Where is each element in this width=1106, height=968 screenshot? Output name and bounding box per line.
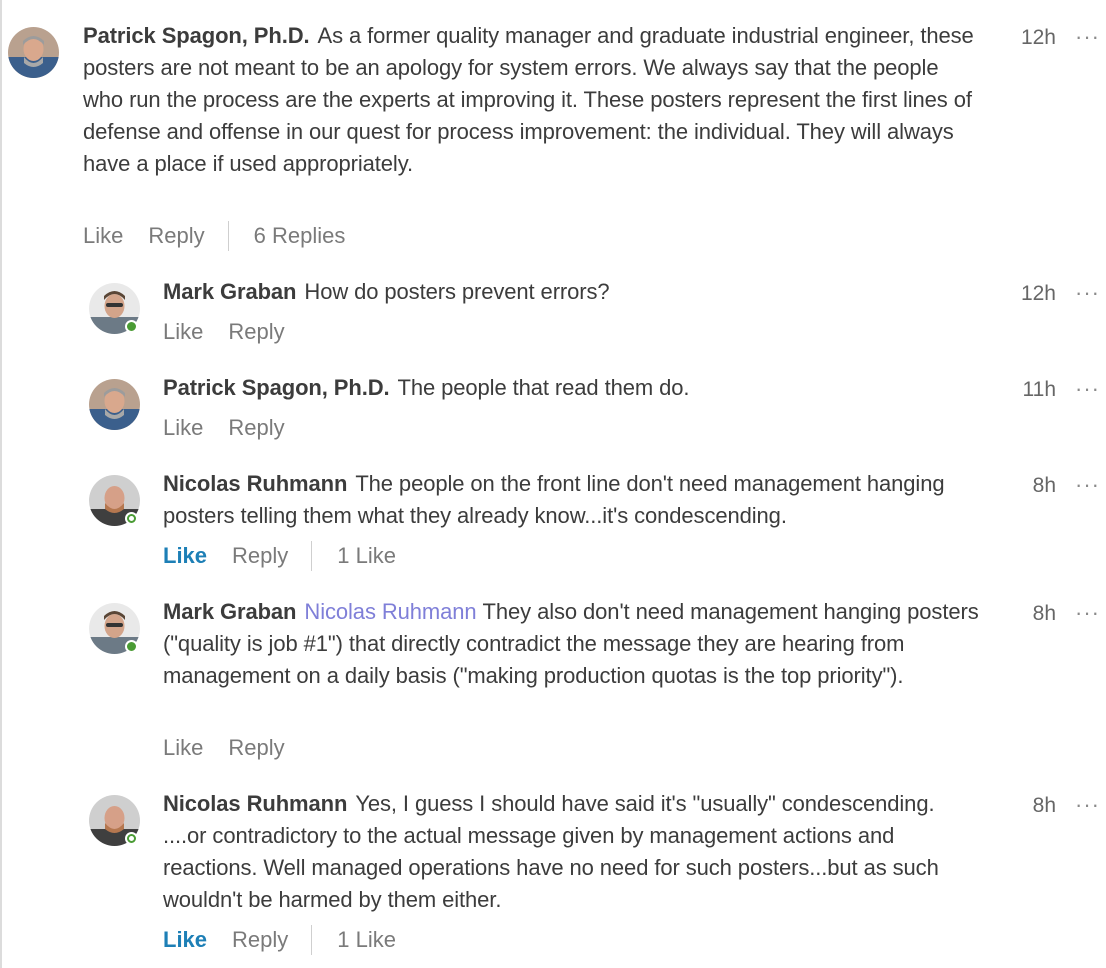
like-button[interactable]: Like [83, 223, 123, 249]
author-name[interactable]: Nicolas Ruhmann [163, 471, 347, 496]
comment-actions: Like Reply [163, 316, 310, 348]
avatar-nicolas[interactable] [89, 795, 140, 846]
more-options-icon[interactable]: ··· [1075, 282, 1100, 304]
like-button[interactable]: Like [163, 927, 207, 953]
action-divider [227, 221, 229, 251]
like-button[interactable]: Like [163, 415, 203, 441]
reply-button[interactable]: Reply [148, 223, 204, 249]
comment-text: How do posters prevent errors? [304, 279, 610, 304]
more-options-icon[interactable]: ··· [1075, 378, 1100, 400]
comment-actions: Like Reply 1 Like [163, 924, 396, 956]
away-status-icon [125, 512, 138, 525]
thread-rule [0, 0, 2, 968]
comment-body: Patrick Spagon, Ph.D. The people that rea… [163, 372, 983, 404]
timestamp: 8h [1032, 602, 1056, 625]
comment-text: The people that read them do. [397, 375, 690, 400]
likes-count-link[interactable]: 1 Like [337, 927, 396, 953]
online-status-icon [125, 320, 138, 333]
timestamp: 12h [1020, 282, 1056, 305]
timestamp: 11h [1022, 378, 1056, 401]
timestamp: 8h [1032, 474, 1056, 497]
comment-body: Nicolas Ruhmann Yes, I guess I should hav… [163, 788, 983, 916]
comment-actions: Like Reply 6 Replies [83, 220, 345, 252]
comment-body: Mark Graban Nicolas Ruhmann They also don'… [163, 596, 983, 692]
mention-link[interactable]: Nicolas Ruhmann [304, 599, 476, 624]
likes-count-link[interactable]: 1 Like [337, 543, 396, 569]
comment-actions: Like Reply [163, 732, 310, 764]
author-name[interactable]: Mark Graban [163, 599, 297, 624]
action-divider [311, 925, 313, 955]
reply-button[interactable]: Reply [232, 927, 288, 953]
reply-button[interactable]: Reply [228, 735, 284, 761]
avatar-mark[interactable] [89, 283, 140, 334]
comment-actions: Like Reply 1 Like [163, 540, 396, 572]
replies-count-link[interactable]: 6 Replies [254, 223, 346, 249]
author-name[interactable]: Patrick Spagon, Ph.D. [83, 23, 310, 48]
timestamp: 8h [1032, 794, 1056, 817]
avatar-patrick[interactable] [8, 27, 59, 78]
comment-body: Nicolas Ruhmann The people on the front l… [163, 468, 983, 532]
reply-button[interactable]: Reply [228, 319, 284, 345]
author-name[interactable]: Patrick Spagon, Ph.D. [163, 375, 390, 400]
author-name[interactable]: Nicolas Ruhmann [163, 791, 347, 816]
more-options-icon[interactable]: ··· [1075, 474, 1100, 496]
person-icon [89, 379, 140, 430]
more-options-icon[interactable]: ··· [1075, 26, 1100, 48]
more-options-icon[interactable]: ··· [1075, 602, 1100, 624]
like-button[interactable]: Like [163, 319, 203, 345]
reply-button[interactable]: Reply [228, 415, 284, 441]
comment-body: Patrick Spagon, Ph.D. As a former quality… [83, 20, 983, 180]
person-icon [8, 27, 59, 78]
comment-actions: Like Reply [163, 412, 310, 444]
online-status-icon [125, 640, 138, 653]
like-button[interactable]: Like [163, 543, 207, 569]
timestamp: 12h [1020, 26, 1056, 49]
avatar-mark[interactable] [89, 603, 140, 654]
reply-button[interactable]: Reply [232, 543, 288, 569]
like-button[interactable]: Like [163, 735, 203, 761]
author-name[interactable]: Mark Graban [163, 279, 297, 304]
action-divider [311, 541, 313, 571]
away-status-icon [125, 832, 138, 845]
comment-body: Mark Graban How do posters prevent errors… [163, 276, 983, 308]
more-options-icon[interactable]: ··· [1075, 794, 1100, 816]
avatar-patrick[interactable] [89, 379, 140, 430]
avatar-nicolas[interactable] [89, 475, 140, 526]
